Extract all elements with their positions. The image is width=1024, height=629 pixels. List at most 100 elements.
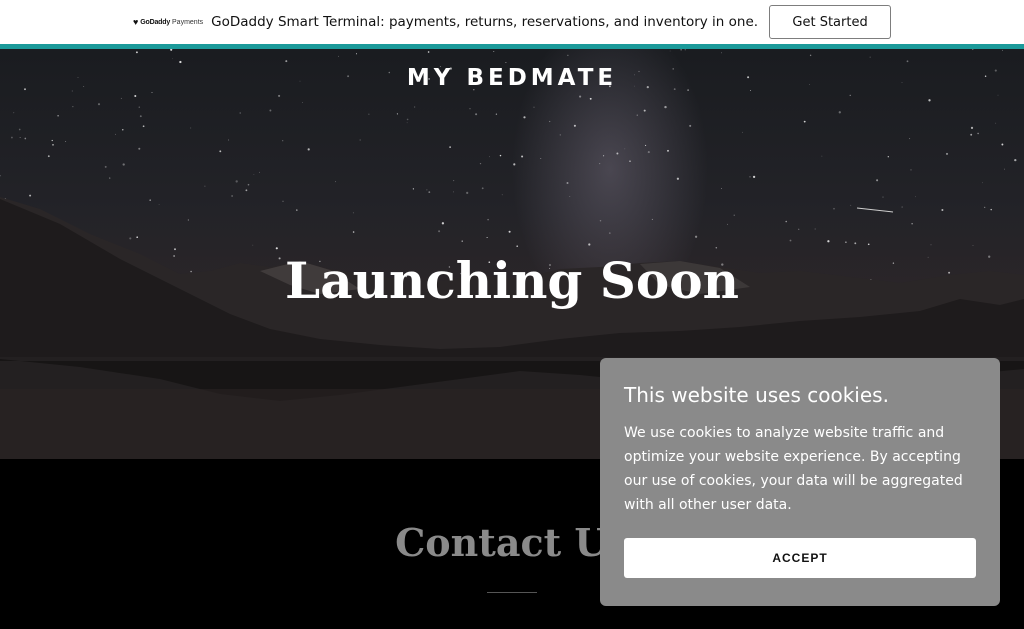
star	[13, 112, 15, 114]
star	[10, 136, 13, 139]
star	[228, 139, 230, 141]
star	[849, 94, 851, 97]
star	[549, 120, 551, 123]
cookie-body: We use cookies to analyze website traffi…	[624, 425, 963, 513]
star	[814, 228, 816, 230]
star	[489, 156, 490, 158]
star	[850, 204, 852, 206]
star	[135, 51, 138, 54]
star	[1004, 168, 1006, 170]
star	[302, 102, 304, 103]
star	[972, 49, 974, 51]
star	[680, 49, 682, 51]
star	[51, 139, 53, 142]
star	[461, 240, 463, 242]
star	[352, 212, 354, 214]
star	[508, 230, 511, 233]
star	[282, 200, 284, 202]
star	[122, 129, 124, 131]
star	[645, 144, 647, 146]
star	[1002, 49, 1003, 51]
star	[138, 147, 141, 150]
star	[901, 206, 903, 208]
promo-banner: ♥ GoDaddy Payments GoDaddy Smart Termina…	[0, 0, 1024, 44]
star	[138, 106, 141, 108]
star	[275, 247, 278, 250]
star	[245, 189, 248, 192]
star	[253, 174, 255, 175]
star	[104, 165, 107, 168]
star	[513, 163, 516, 166]
star	[136, 236, 139, 239]
star	[441, 222, 445, 225]
star	[930, 244, 932, 246]
star	[689, 124, 692, 127]
star	[928, 99, 931, 102]
star	[120, 97, 122, 99]
star	[151, 91, 153, 94]
site-title[interactable]: MY BEDMATE	[0, 65, 1024, 91]
star	[573, 124, 576, 127]
star	[65, 140, 67, 143]
star	[566, 182, 569, 184]
shooting-star	[856, 207, 894, 213]
star	[239, 112, 241, 114]
star	[854, 242, 857, 245]
star	[499, 154, 502, 157]
star	[887, 156, 889, 158]
star	[516, 245, 519, 248]
star	[733, 214, 735, 216]
star	[190, 127, 192, 129]
star	[0, 174, 1, 177]
star	[115, 133, 116, 135]
star	[970, 126, 974, 129]
star	[970, 133, 973, 136]
star	[720, 52, 722, 54]
star	[911, 223, 913, 225]
star	[172, 58, 174, 60]
star	[406, 118, 409, 121]
star	[636, 114, 638, 116]
star	[352, 231, 355, 233]
star	[684, 49, 686, 51]
star	[624, 148, 626, 150]
star	[487, 218, 489, 221]
star	[158, 204, 160, 205]
contact-divider	[487, 592, 537, 593]
star	[906, 60, 909, 63]
star	[307, 148, 310, 151]
star	[252, 244, 254, 246]
star	[984, 206, 986, 208]
star	[789, 239, 792, 242]
star	[231, 195, 233, 197]
star	[694, 235, 698, 238]
star	[833, 207, 835, 210]
star	[57, 115, 59, 117]
star	[449, 146, 451, 148]
star	[869, 56, 871, 58]
star	[569, 196, 571, 197]
star	[355, 53, 358, 55]
star	[941, 208, 944, 212]
cookie-title: This website uses cookies.	[624, 383, 889, 407]
star	[466, 191, 469, 195]
star	[97, 103, 101, 106]
star	[486, 236, 488, 239]
star	[838, 111, 841, 114]
accept-cookies-button[interactable]: ACCEPT	[624, 538, 976, 578]
star	[798, 228, 800, 230]
star	[664, 105, 667, 109]
get-started-button[interactable]: Get Started	[769, 5, 892, 39]
star	[52, 144, 54, 146]
star	[18, 128, 21, 131]
star	[427, 51, 430, 53]
star	[368, 113, 370, 115]
star	[134, 94, 137, 98]
star	[495, 113, 498, 115]
star	[413, 106, 416, 108]
star	[235, 180, 238, 183]
star	[501, 194, 503, 196]
star	[990, 208, 992, 211]
star	[453, 191, 455, 193]
star	[282, 140, 284, 142]
